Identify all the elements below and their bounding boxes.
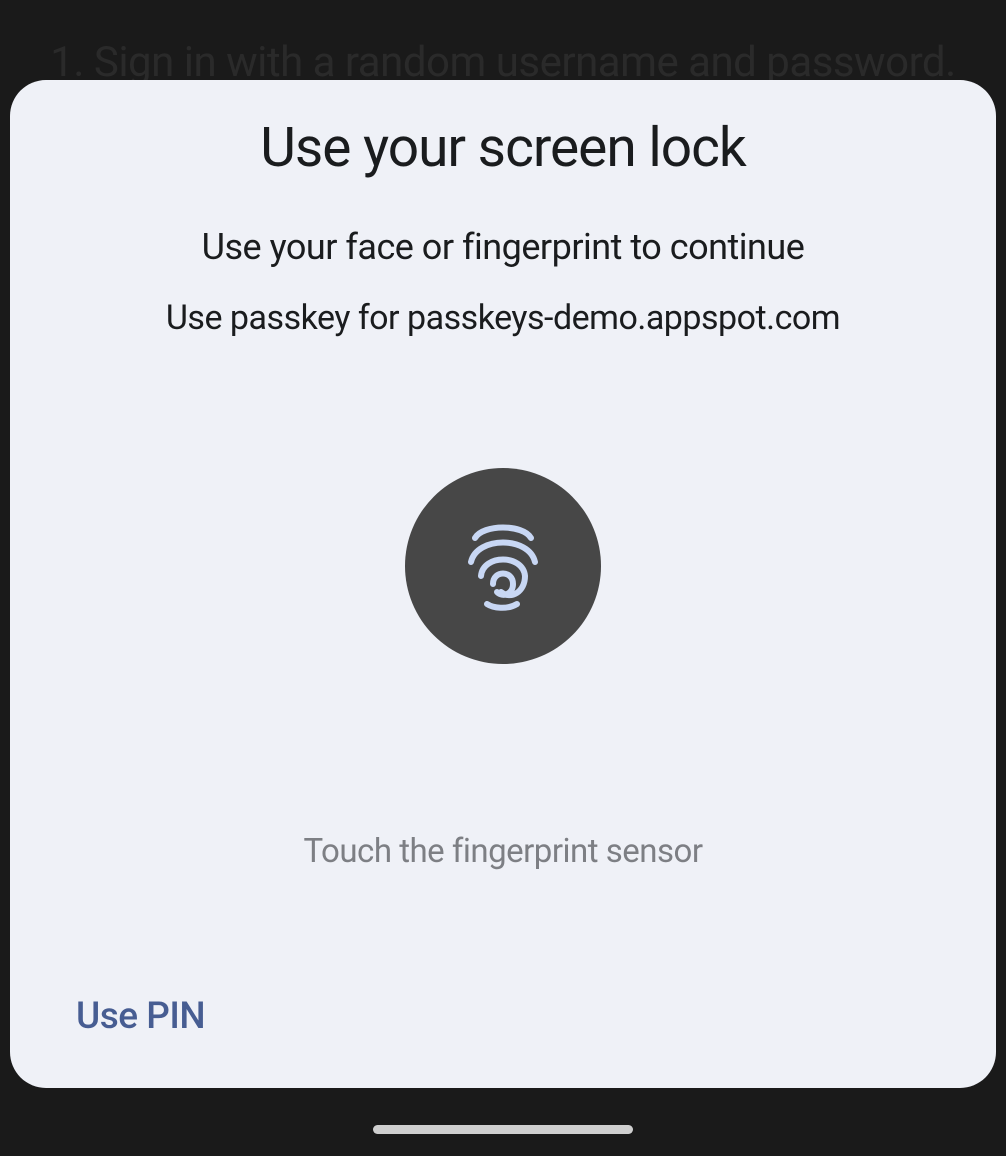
fingerprint-sensor-button[interactable]: [405, 468, 601, 664]
fingerprint-hint-text: Touch the fingerprint sensor: [303, 832, 702, 871]
dialog-passkey-domain: Use passkey for passkeys-demo.appspot.co…: [166, 298, 840, 338]
dialog-subtitle: Use your face or fingerprint to continue: [202, 226, 805, 268]
fingerprint-icon: [463, 514, 543, 618]
use-pin-button[interactable]: Use PIN: [76, 995, 205, 1038]
dialog-title: Use your screen lock: [260, 116, 746, 180]
navigation-handle[interactable]: [373, 1125, 633, 1134]
biometric-dialog: Use your screen lock Use your face or fi…: [10, 80, 996, 1088]
